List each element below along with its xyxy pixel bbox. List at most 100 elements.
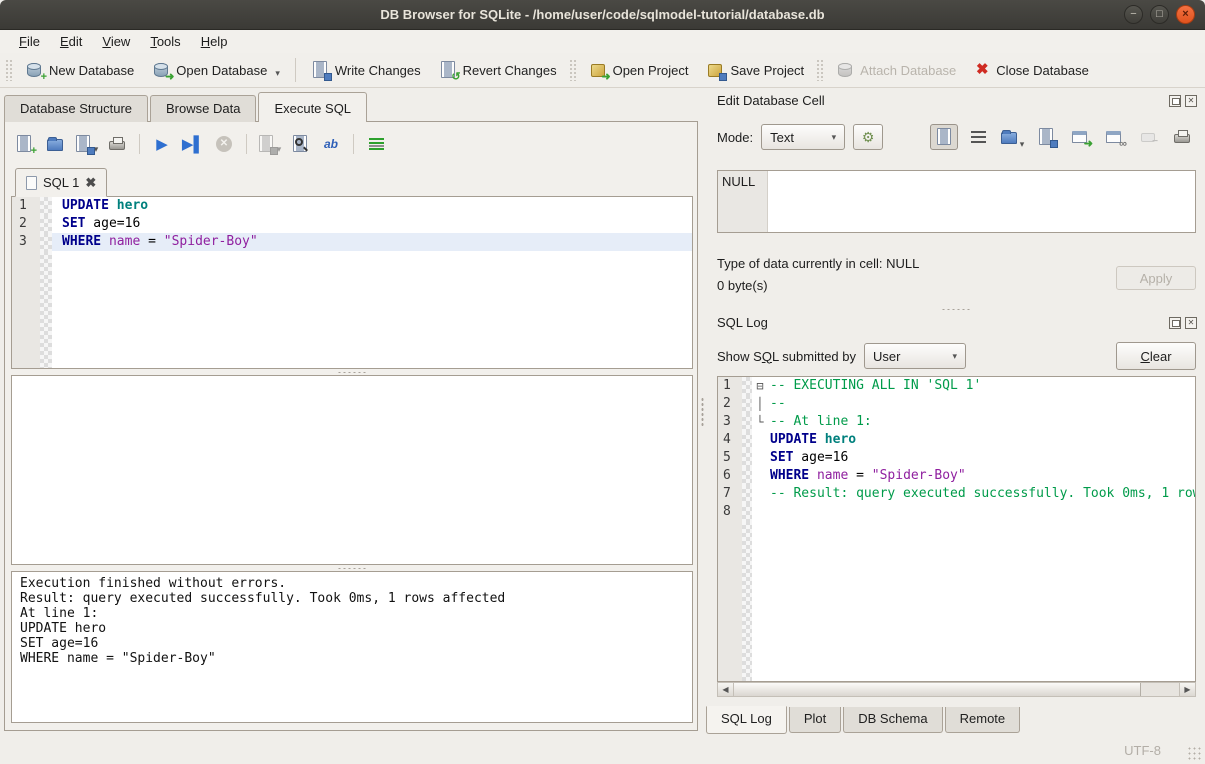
open-project-button[interactable]: ➜ Open Project — [580, 57, 698, 83]
bottom-dock-tabs: SQL Log Plot DB Schema Remote — [706, 707, 1205, 735]
set-null-icon[interactable] — [1134, 124, 1162, 150]
find-replace-icon[interactable]: ab — [320, 133, 342, 155]
toolbar-drag-handle[interactable] — [569, 59, 577, 81]
open-external-icon[interactable]: ➜ — [1066, 124, 1094, 150]
write-changes-button[interactable]: Write Changes — [302, 57, 430, 83]
close-database-button[interactable]: ✖ Close Database — [965, 57, 1098, 83]
tab-db-schema[interactable]: DB Schema — [843, 707, 942, 733]
minimize-icon[interactable]: − — [1124, 5, 1143, 24]
menu-help[interactable]: Help — [192, 31, 237, 52]
close-tab-icon[interactable]: ✖ — [85, 175, 96, 191]
submitted-by-select[interactable]: User▾ — [864, 343, 966, 369]
open-database-dropdown-icon[interactable]: ▾ — [275, 68, 280, 79]
revert-changes-button[interactable]: ↺ Revert Changes — [430, 57, 566, 83]
execution-output[interactable]: Execution finished without errors. Resul… — [11, 571, 693, 723]
new-database-button[interactable]: + New Database — [16, 57, 143, 83]
text-mode-icon[interactable] — [930, 124, 958, 150]
write-changes-icon — [311, 61, 329, 79]
menu-tools[interactable]: Tools — [141, 31, 189, 52]
splitter-handle[interactable] — [706, 306, 1205, 312]
window-controls: − □ × — [1124, 5, 1195, 24]
edit-cell-dock-title: Edit Database Cell ✕ — [717, 93, 1197, 108]
menu-edit[interactable]: Edit — [51, 31, 91, 52]
toolbar-separator — [353, 134, 354, 154]
toolbar-drag-handle[interactable] — [5, 59, 13, 81]
title-bar[interactable]: DB Browser for SQLite - /home/user/code/… — [0, 0, 1205, 30]
tab-sql-log[interactable]: SQL Log — [706, 706, 787, 734]
open-database-icon: ➜ — [152, 61, 170, 79]
tab-execute-sql[interactable]: Execute SQL — [258, 92, 367, 122]
open-sql-file-icon[interactable] — [44, 133, 66, 155]
cell-size-text: 0 byte(s) — [717, 278, 768, 293]
line-number: 1 — [12, 197, 40, 215]
print-icon[interactable] — [106, 133, 128, 155]
save-sql-file-icon[interactable]: ▾ — [75, 133, 97, 155]
main-toolbar: + New Database ➜ Open Database ▾ Write C… — [0, 53, 1205, 88]
sql-log-filter-row: Show SQL submitted by User▾ Clear — [717, 341, 1196, 371]
open-sql-tab-icon[interactable]: + — [13, 133, 35, 155]
editor-line: 1 UPDATE hero — [12, 197, 692, 215]
tab-remote[interactable]: Remote — [945, 707, 1021, 733]
horizontal-scrollbar[interactable]: ◀ ▶ — [717, 682, 1196, 697]
edit-cell-title: Edit Database Cell — [717, 93, 825, 108]
fold-collapse-icon[interactable]: ⊟ — [752, 377, 768, 395]
revert-changes-icon: ↺ — [439, 61, 457, 79]
find-icon[interactable] — [289, 133, 311, 155]
mode-select[interactable]: Text▾ — [761, 124, 845, 150]
menu-view[interactable]: View — [93, 31, 139, 52]
toolbar-separator — [295, 58, 296, 82]
word-wrap-icon[interactable] — [964, 124, 992, 150]
window-title: DB Browser for SQLite - /home/user/code/… — [380, 7, 824, 22]
save-results-icon[interactable]: ▾ — [258, 133, 280, 155]
export-data-icon[interactable] — [1032, 124, 1060, 150]
attach-database-icon — [836, 61, 854, 79]
cell-editor-icons: ▾ ➜ ∞ — [930, 124, 1196, 150]
tab-plot[interactable]: Plot — [789, 707, 841, 733]
encoding-indicator[interactable]: UTF-8 — [1124, 743, 1161, 758]
auto-format-icon[interactable] — [365, 133, 387, 155]
results-grid[interactable] — [11, 375, 693, 565]
menu-file[interactable]: File — [10, 31, 49, 52]
scrollbar-track[interactable] — [1141, 683, 1179, 696]
close-dock-icon[interactable]: ✕ — [1185, 317, 1197, 329]
float-dock-icon[interactable] — [1169, 95, 1181, 107]
link-icon[interactable]: ∞ — [1100, 124, 1128, 150]
import-data-icon[interactable]: ▾ — [998, 124, 1026, 150]
save-project-icon — [706, 61, 724, 79]
execute-all-icon[interactable]: ▶ — [151, 133, 173, 155]
close-dock-icon[interactable]: ✕ — [1185, 95, 1197, 107]
close-icon[interactable]: × — [1176, 5, 1195, 24]
sql-tab[interactable]: SQL 1 ✖ — [15, 168, 107, 197]
scrollbar-thumb[interactable] — [734, 683, 1141, 696]
print-icon[interactable] — [1168, 124, 1196, 150]
stop-icon[interactable]: ✕ — [213, 133, 235, 155]
log-line: 3└-- At line 1: — [718, 413, 1195, 431]
apply-mode-gear-icon[interactable]: ⚙ — [853, 124, 883, 150]
scroll-right-icon[interactable]: ▶ — [1179, 683, 1195, 696]
tab-browse-data[interactable]: Browse Data — [150, 95, 256, 122]
execute-sql-panel: + ▾ ▶ ▶▌ ✕ ▾ ab SQL 1 ✖ 1 — [4, 121, 698, 731]
toolbar-drag-handle[interactable] — [816, 59, 824, 81]
sql-editor-toolbar: + ▾ ▶ ▶▌ ✕ ▾ ab — [13, 128, 387, 160]
save-project-button[interactable]: Save Project — [697, 57, 813, 83]
open-database-button[interactable]: ➜ Open Database ▾ — [143, 57, 289, 83]
maximize-icon[interactable]: □ — [1150, 5, 1169, 24]
resize-grip-icon[interactable] — [1187, 746, 1201, 760]
status-bar: UTF-8 — [0, 735, 1205, 764]
cell-editor[interactable]: NULL — [717, 170, 1196, 233]
clear-button[interactable]: Clear — [1116, 342, 1196, 370]
scroll-left-icon[interactable]: ◀ — [718, 683, 734, 696]
main-tab-bar: Database Structure Browse Data Execute S… — [4, 92, 369, 122]
apply-button[interactable]: Apply — [1116, 266, 1196, 290]
log-line: 2│-- — [718, 395, 1195, 413]
tab-database-structure[interactable]: Database Structure — [4, 95, 148, 122]
attach-database-button[interactable]: Attach Database — [827, 57, 965, 83]
cell-value: NULL — [718, 171, 768, 232]
main-splitter[interactable] — [698, 88, 706, 735]
execute-current-line-icon[interactable]: ▶▌ — [182, 133, 204, 155]
fold-margin-fill — [742, 521, 752, 681]
float-dock-icon[interactable] — [1169, 317, 1181, 329]
sql-editor[interactable]: 1 UPDATE hero 2 SET age=16 3 WHERE name … — [11, 197, 693, 369]
line-number: 2 — [12, 215, 40, 233]
sql-log-view[interactable]: 1⊟-- EXECUTING ALL IN 'SQL 1' 2│-- 3└-- … — [717, 376, 1196, 682]
